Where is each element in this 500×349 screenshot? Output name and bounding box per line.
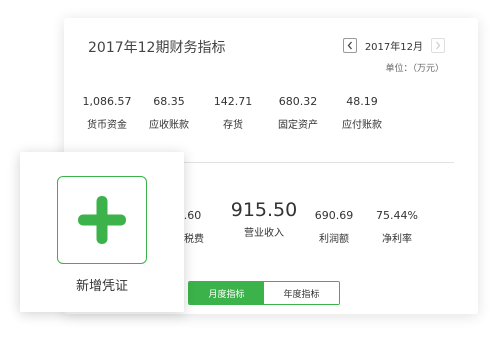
chevron-right-icon bbox=[436, 41, 441, 49]
card-label: 新增凭证 bbox=[75, 279, 128, 294]
chevron-left-icon bbox=[347, 41, 352, 49]
metric-value: 75.44% bbox=[376, 209, 418, 222]
metric-label: 应付账款 bbox=[342, 120, 382, 131]
metric-payables[interactable]: 48.19 应付账款 bbox=[317, 95, 407, 133]
tab-yearly[interactable]: 年度指标 bbox=[264, 282, 339, 304]
next-month-button[interactable] bbox=[431, 37, 445, 53]
prev-month-button[interactable] bbox=[342, 37, 357, 53]
period-tabs: 月度指标 年度指标 bbox=[188, 281, 340, 305]
new-voucher-card[interactable]: 新增凭证 bbox=[20, 152, 184, 312]
panel-title: 2017年12期财务指标 bbox=[88, 40, 226, 56]
month-navigator: 2017年12月 bbox=[342, 37, 445, 53]
metric-label: 净利率 bbox=[382, 234, 412, 245]
metric-value: 48.19 bbox=[346, 95, 378, 108]
add-voucher-button[interactable] bbox=[57, 176, 147, 264]
unit-label: 单位：（万元） bbox=[385, 64, 444, 74]
tab-monthly[interactable]: 月度指标 bbox=[189, 282, 264, 304]
plus-icon bbox=[78, 196, 126, 244]
metric-net-margin[interactable]: 75.44% 净利率 bbox=[352, 209, 442, 247]
stage: 2017年12期财务指标 2017年12月 单位：（万元） 1,086.57 货… bbox=[0, 0, 500, 349]
month-label: 2017年12月 bbox=[364, 41, 423, 53]
